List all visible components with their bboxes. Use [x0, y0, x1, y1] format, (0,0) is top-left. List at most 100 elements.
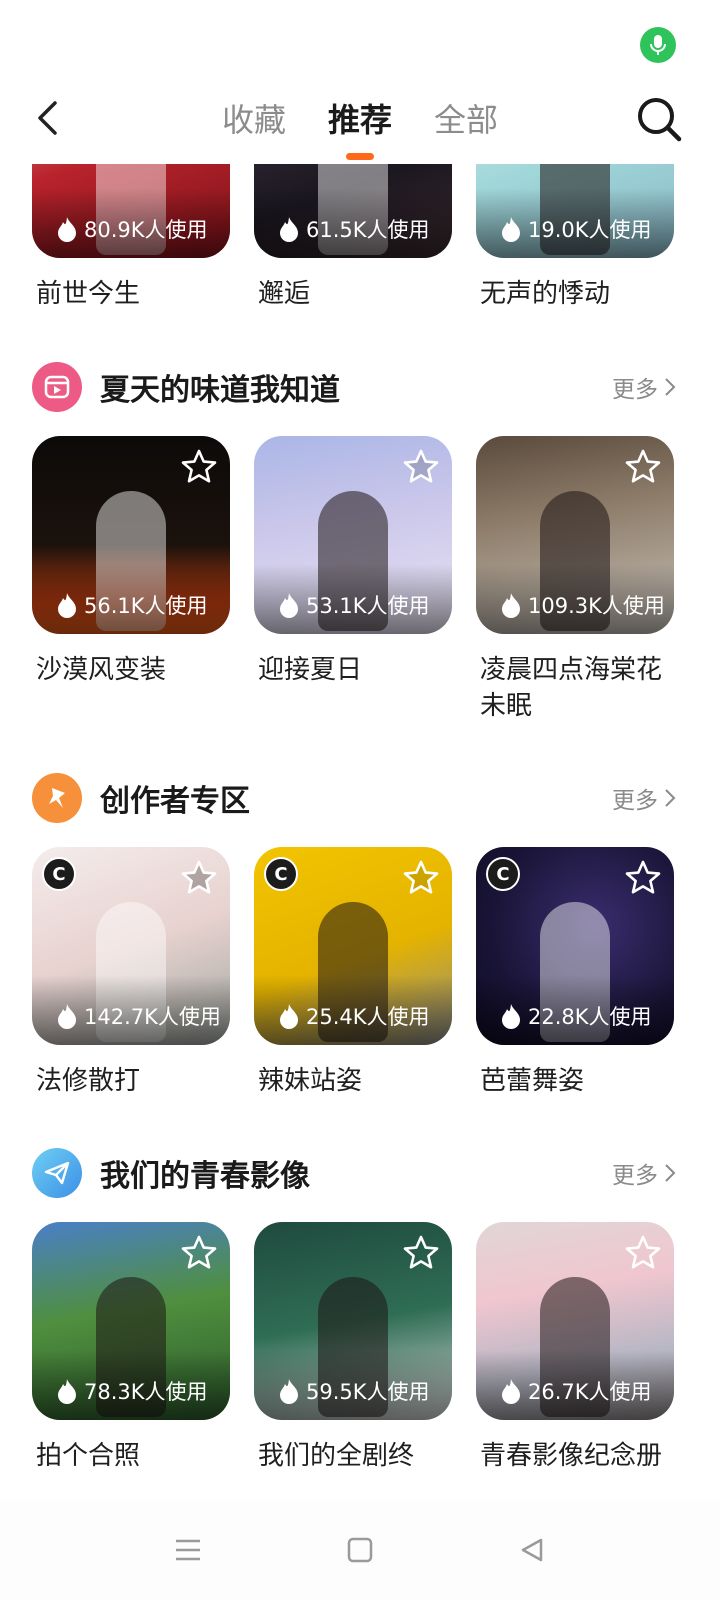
effect-thumbnail: 19.0K人使用 [476, 164, 674, 258]
usage-count: 26.7K人使用 [528, 1380, 652, 1404]
usage-count: 25.4K人使用 [306, 1005, 430, 1029]
effect-card[interactable]: 61.5K人使用 邂逅 [254, 164, 452, 312]
effect-thumbnail: 59.5K人使用 [254, 1222, 452, 1420]
favorite-star-icon[interactable] [180, 448, 218, 486]
flame-icon [58, 1379, 76, 1404]
effect-card[interactable]: 59.5K人使用 我们的全剧终 [254, 1222, 452, 1474]
effect-title: 迎接夏日 [258, 655, 363, 685]
effect-card[interactable]: 56.1K人使用 沙漠风变装 [32, 436, 230, 724]
section-title: 我们的青春影像 [100, 1159, 310, 1194]
effect-title: 前世今生 [36, 279, 141, 309]
effect-card[interactable]: 78.3K人使用 拍个合照 [32, 1222, 230, 1474]
flame-icon [280, 593, 298, 618]
favorite-star-icon[interactable] [402, 448, 440, 486]
tab-bar: 收藏 推荐 全部 [0, 98, 720, 160]
effect-card[interactable]: 26.7K人使用 青春影像纪念册 [476, 1222, 674, 1474]
effect-thumbnail: 109.3K人使用 [476, 436, 674, 634]
effect-card[interactable]: C 142.7K人使用 法修散打 [32, 847, 230, 1099]
microphone-indicator-icon [640, 27, 676, 63]
more-link[interactable]: 更多 [612, 370, 676, 404]
effect-title: 辣妹站姿 [258, 1066, 363, 1096]
usage-count: 142.7K人使用 [84, 1005, 221, 1029]
flame-icon [58, 1004, 76, 1029]
effect-thumbnail: C 22.8K人使用 [476, 847, 674, 1045]
favorite-star-icon[interactable] [624, 448, 662, 486]
chevron-right-icon [665, 1164, 676, 1182]
section-header: 创作者专区 更多 [32, 771, 676, 825]
effect-thumbnail: 80.9K人使用 [32, 164, 230, 258]
creator-badge: C [264, 857, 298, 891]
effect-thumbnail: 56.1K人使用 [32, 436, 230, 634]
chevron-right-icon [665, 378, 676, 396]
usage-count: 56.1K人使用 [84, 594, 208, 618]
effect-title: 沙漠风变装 [36, 655, 167, 685]
effect-card[interactable]: C 25.4K人使用 辣妹站姿 [254, 847, 452, 1099]
top-header: 收藏 推荐 全部 [0, 80, 720, 164]
flame-icon [502, 1379, 520, 1404]
usage-count: 53.1K人使用 [306, 594, 430, 618]
effect-title: 我们的全剧终 [258, 1441, 415, 1471]
creator-badge: C [42, 857, 76, 891]
effect-title: 芭蕾舞姿 [480, 1066, 585, 1096]
sparkle-pin-icon [32, 773, 82, 823]
usage-count: 80.9K人使用 [84, 218, 208, 242]
effect-thumbnail: 26.7K人使用 [476, 1222, 674, 1420]
card-row: 56.1K人使用 沙漠风变装 53.1K人使用 迎接夏日 109.3K人使用 凌… [32, 436, 676, 724]
tab-favorites[interactable]: 收藏 [222, 98, 286, 142]
feed-scroll-area[interactable]: 80.9K人使用 前世今生 61.5K人使用 邂逅 19.0K人使用 无声的悸动 [0, 164, 720, 1500]
creator-badge: C [486, 857, 520, 891]
effect-thumbnail: C 25.4K人使用 [254, 847, 452, 1045]
favorite-star-icon[interactable] [624, 859, 662, 897]
effect-title: 青春影像纪念册 [480, 1441, 663, 1471]
effect-thumbnail: 78.3K人使用 [32, 1222, 230, 1420]
card-row: C 142.7K人使用 法修散打 C 25.4K人使用 辣妹站姿 C 22.8K… [32, 847, 676, 1099]
flame-icon [502, 1004, 520, 1029]
effect-card[interactable]: 19.0K人使用 无声的悸动 [476, 164, 674, 312]
video-reel-icon [32, 362, 82, 412]
card-row-top: 80.9K人使用 前世今生 61.5K人使用 邂逅 19.0K人使用 无声的悸动 [32, 164, 676, 312]
flame-icon [58, 217, 76, 242]
usage-count: 22.8K人使用 [528, 1005, 652, 1029]
usage-count: 109.3K人使用 [528, 594, 665, 618]
chevron-right-icon [665, 789, 676, 807]
section-header: 夏天的味道我知道 更多 [32, 360, 676, 414]
card-row: 78.3K人使用 拍个合照 59.5K人使用 我们的全剧终 26.7K人使用 青… [32, 1222, 676, 1474]
home-square-icon[interactable] [344, 1534, 376, 1566]
effect-thumbnail: 61.5K人使用 [254, 164, 452, 258]
effect-title: 邂逅 [258, 279, 311, 309]
effect-title: 无声的悸动 [480, 279, 611, 309]
flame-icon [280, 1004, 298, 1029]
favorite-star-icon[interactable] [180, 1234, 218, 1272]
usage-count: 78.3K人使用 [84, 1380, 208, 1404]
effect-card[interactable]: 109.3K人使用 凌晨四点海棠花未眠 [476, 436, 674, 724]
usage-count: 61.5K人使用 [306, 218, 430, 242]
favorite-star-icon[interactable] [402, 859, 440, 897]
tab-all[interactable]: 全部 [434, 98, 498, 142]
effect-title: 法修散打 [36, 1066, 141, 1096]
section-title: 夏天的味道我知道 [100, 373, 340, 408]
more-link[interactable]: 更多 [612, 781, 676, 815]
favorite-star-icon[interactable] [402, 1234, 440, 1272]
more-link[interactable]: 更多 [612, 1156, 676, 1190]
favorite-star-icon[interactable] [180, 859, 218, 897]
effect-card[interactable]: C 22.8K人使用 芭蕾舞姿 [476, 847, 674, 1099]
paper-plane-icon [32, 1148, 82, 1198]
flame-icon [280, 217, 298, 242]
tab-recommended[interactable]: 推荐 [328, 98, 392, 160]
effect-title: 拍个合照 [36, 1441, 141, 1471]
effect-thumbnail: C 142.7K人使用 [32, 847, 230, 1045]
section-header: 我们的青春影像 更多 [32, 1146, 676, 1200]
section-title: 创作者专区 [100, 784, 250, 819]
effect-card[interactable]: 80.9K人使用 前世今生 [32, 164, 230, 312]
search-icon [638, 98, 682, 142]
usage-count: 59.5K人使用 [306, 1380, 430, 1404]
flame-icon [502, 217, 520, 242]
flame-icon [58, 593, 76, 618]
search-button[interactable] [634, 94, 684, 144]
favorite-star-icon[interactable] [624, 1234, 662, 1272]
menu-icon[interactable] [172, 1534, 204, 1566]
effect-card[interactable]: 53.1K人使用 迎接夏日 [254, 436, 452, 724]
back-triangle-icon[interactable] [516, 1534, 548, 1566]
flame-icon [280, 1379, 298, 1404]
effect-thumbnail: 53.1K人使用 [254, 436, 452, 634]
